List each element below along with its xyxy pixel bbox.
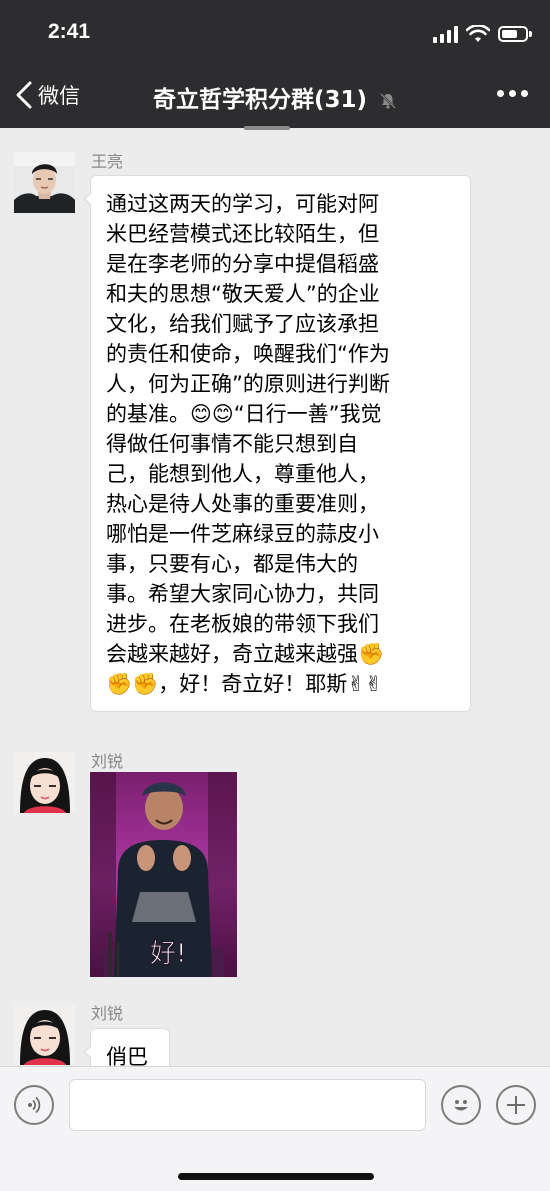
avatar-image xyxy=(14,752,75,813)
sender-name: 刘锐 xyxy=(91,752,124,771)
more-dot xyxy=(509,90,516,97)
sticker-image[interactable]: 好! xyxy=(90,772,237,977)
plus-button[interactable] xyxy=(496,1085,536,1125)
emoji-button[interactable] xyxy=(441,1085,481,1125)
voice-icon xyxy=(28,1096,41,1114)
more-dots-icon xyxy=(497,90,504,97)
emoji-icon xyxy=(454,1100,468,1111)
avatar-image xyxy=(14,1004,75,1065)
message-text: 通过这两天的学习，可能对阿 米巴经营模式还比较陌生，但 是在李老师的分享中提倡稻… xyxy=(106,192,390,696)
pull-handle xyxy=(244,126,290,130)
cellular-signal-icon xyxy=(433,25,458,43)
avatar[interactable] xyxy=(14,752,75,813)
sender-name: 刘锐 xyxy=(91,1004,124,1023)
sender-name: 王亮 xyxy=(91,152,124,171)
voice-button[interactable] xyxy=(14,1085,54,1125)
avatar[interactable] xyxy=(14,152,75,213)
sticker-caption: 好! xyxy=(150,939,186,969)
more-dot xyxy=(521,90,528,97)
message-bubble[interactable]: 通过这两天的学习，可能对阿 米巴经营模式还比较陌生，但 是在李老师的分享中提倡稻… xyxy=(83,175,471,712)
home-indicator xyxy=(178,1173,374,1180)
status-time: 2:41 xyxy=(48,20,91,43)
battery-icon xyxy=(498,26,532,42)
avatar[interactable] xyxy=(14,1004,75,1065)
more-button[interactable] xyxy=(497,90,528,97)
top-bar: 2:41 微信 奇立哲学积分群(31) xyxy=(0,0,550,130)
avatar-image xyxy=(14,152,75,213)
plus-icon xyxy=(507,1096,525,1114)
message-input[interactable] xyxy=(69,1079,426,1131)
chat-title-text: 奇立哲学积分群(31) xyxy=(152,87,367,113)
wifi-icon xyxy=(466,25,490,42)
status-icons xyxy=(433,22,532,46)
input-bar xyxy=(0,1066,550,1191)
mute-bell-icon xyxy=(380,92,396,109)
chat-title: 奇立哲学积分群(31) xyxy=(0,80,550,114)
